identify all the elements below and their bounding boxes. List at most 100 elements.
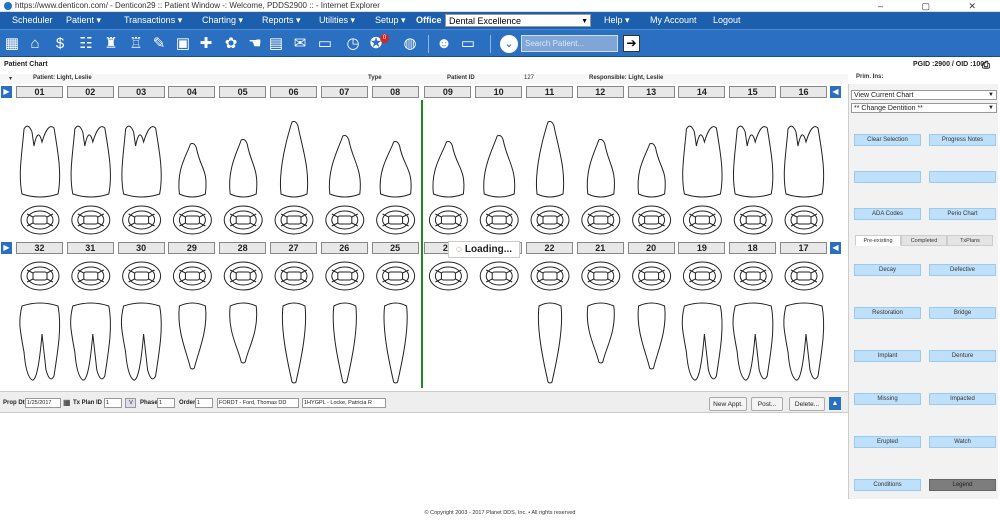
scroll-left-arrow-icon[interactable]: ◀ [830, 242, 841, 254]
tx-plan-id-field[interactable]: 1 [104, 398, 122, 408]
tooth-number-15[interactable]: 15 [729, 86, 777, 98]
menu-utilities[interactable]: Utilities ▾ [319, 15, 355, 26]
erupted-button[interactable]: Erupted [854, 436, 921, 448]
tx-icon[interactable]: ▣ [173, 34, 193, 54]
mail-icon[interactable]: ✉ [290, 34, 310, 54]
tooth-number-31[interactable]: 31 [66, 242, 114, 254]
tooth-number-17[interactable]: 17 [780, 242, 827, 254]
scroll-left-arrow-icon[interactable]: ◀ [830, 86, 841, 98]
post-button[interactable]: Post... [751, 397, 783, 411]
monitor-icon[interactable]: ▭ [458, 34, 478, 54]
clock-icon[interactable]: ◷ [343, 34, 363, 54]
progress-notes-button[interactable]: Progress Notes [929, 134, 996, 146]
add-user-icon[interactable]: ✚ [196, 34, 216, 54]
calendar-icon[interactable]: ▦ [2, 34, 22, 54]
collapse-icon[interactable]: ▾ [9, 75, 12, 82]
edit-list-icon[interactable]: ☷ [76, 34, 96, 54]
menu-scheduler[interactable]: Scheduler [12, 15, 53, 25]
print-icon[interactable]: ⎙ [982, 59, 990, 73]
tooth-number-14[interactable]: 14 [678, 86, 726, 98]
tooth-number-06[interactable]: 06 [270, 86, 317, 98]
missing-button[interactable]: Missing [854, 393, 921, 405]
globe-icon[interactable]: ◍ [400, 34, 420, 54]
tooth-number-21[interactable]: 21 [576, 242, 624, 254]
tooth-number-01[interactable]: 01 [16, 86, 63, 98]
provider-select[interactable]: FORDT - Ford, Thomas DD [217, 398, 299, 408]
dollar-icon[interactable]: $ [50, 34, 70, 54]
menu-patient[interactable]: Patient ▾ [66, 15, 101, 26]
menu-transactions[interactable]: Transactions ▾ [124, 15, 182, 26]
office-select[interactable]: Dental Excellence ▼ [445, 14, 591, 27]
tooth-number-29[interactable]: 29 [168, 242, 216, 254]
tooth-number-05[interactable]: 05 [219, 86, 267, 98]
home-icon[interactable]: ⌂ [25, 34, 45, 54]
delete-button[interactable]: Delete... [789, 397, 825, 411]
search-patient-input[interactable]: Search Patient... [521, 35, 618, 52]
tooth-number-27[interactable]: 27 [270, 242, 317, 254]
tooth-number-04[interactable]: 04 [168, 86, 216, 98]
message-icon[interactable]: ▭ [315, 34, 335, 54]
chevron-down-icon[interactable]: ⌄ [500, 35, 518, 53]
ada-codes-button[interactable]: ADA Codes [854, 208, 921, 220]
tooth-number-07[interactable]: 07 [320, 86, 368, 98]
implant-button[interactable]: Implant [854, 350, 921, 362]
menu-logout[interactable]: Logout [713, 15, 741, 25]
clipboard-icon[interactable]: ▤ [266, 34, 286, 54]
tooth-number-26[interactable]: 26 [320, 242, 368, 254]
tooth-number-25[interactable]: 25 [371, 242, 419, 254]
denture-button[interactable]: Denture [929, 350, 996, 362]
edit-icon[interactable]: ✎ [149, 34, 169, 54]
new-appt-button[interactable]: New Appt. [709, 397, 747, 411]
arrow-right-icon[interactable]: ➔ [623, 35, 640, 52]
tooth-number-30[interactable]: 30 [117, 242, 165, 254]
watch-button[interactable]: Watch [929, 436, 996, 448]
menu-reports[interactable]: Reports ▾ [262, 15, 301, 26]
legend-button[interactable]: Legend [929, 479, 996, 491]
order-field[interactable]: 1 [195, 398, 213, 408]
conditions-button[interactable]: Conditions [854, 479, 921, 491]
impacted-button[interactable]: Impacted [929, 393, 996, 405]
tooth-number-08[interactable]: 08 [371, 86, 419, 98]
tooth-number-10[interactable]: 10 [475, 86, 523, 98]
bridge-button[interactable]: Bridge [929, 307, 996, 319]
menu-my-account[interactable]: My Account [650, 15, 697, 25]
tooth-number-16[interactable]: 16 [780, 86, 827, 98]
people-icon[interactable]: ☻ [434, 34, 454, 54]
users-icon[interactable]: ✿ [221, 34, 241, 54]
defective-button[interactable]: Defective [929, 264, 996, 276]
perio-chart-button[interactable]: Perio Chart [929, 208, 996, 220]
menu-setup[interactable]: Setup ▾ [375, 15, 406, 26]
tab-pre-existing[interactable]: Pre-existing [855, 235, 901, 246]
phase-field[interactable]: 1 [157, 398, 175, 408]
prop-date-field[interactable]: 1/25/2017 [25, 398, 61, 408]
view-plan-button[interactable]: V [125, 398, 136, 408]
tooth-number-28[interactable]: 28 [219, 242, 267, 254]
tooth-number-19[interactable]: 19 [678, 242, 726, 254]
tooth-chart-icon[interactable]: ♜ [101, 34, 121, 54]
dentition-select[interactable]: ** Change Dentition ** ▼ [851, 103, 997, 113]
window-controls[interactable]: – ▢ ✕ [878, 0, 994, 12]
calendar-icon[interactable]: ▦ [63, 398, 71, 407]
scroll-right-arrow-icon[interactable]: ▶ [1, 86, 12, 98]
hand-icon[interactable]: ☚ [245, 34, 265, 54]
tooth-number-09[interactable]: 09 [424, 86, 472, 98]
tooth-number-12[interactable]: 12 [576, 86, 624, 98]
view-chart-select[interactable]: View Current Chart ▼ [851, 90, 997, 100]
menu-help[interactable]: Help ▾ [604, 15, 630, 26]
tooth-number-20[interactable]: 20 [627, 242, 675, 254]
tooth-number-02[interactable]: 02 [66, 86, 114, 98]
tooth-number-03[interactable]: 03 [117, 86, 165, 98]
tooth-number-18[interactable]: 18 [729, 242, 777, 254]
tab-completed[interactable]: Completed [901, 235, 947, 246]
clear-selection-button[interactable]: Clear Selection [854, 134, 921, 146]
hygienist-select[interactable]: 1HYGPL - Locke, Patricia R [302, 398, 386, 408]
tooth-number-32[interactable]: 32 [16, 242, 63, 254]
tab-txplans[interactable]: TxPlans [947, 235, 993, 246]
scroll-right-arrow-icon[interactable]: ▶ [1, 242, 12, 254]
decay-button[interactable]: Decay [854, 264, 921, 276]
menu-charting[interactable]: Charting ▾ [202, 15, 243, 26]
blank-button-2[interactable] [929, 171, 996, 183]
tooth-number-22[interactable]: 22 [526, 242, 573, 254]
expand-up-arrow-icon[interactable]: ▲ [829, 397, 841, 410]
tooth-number-11[interactable]: 11 [526, 86, 573, 98]
